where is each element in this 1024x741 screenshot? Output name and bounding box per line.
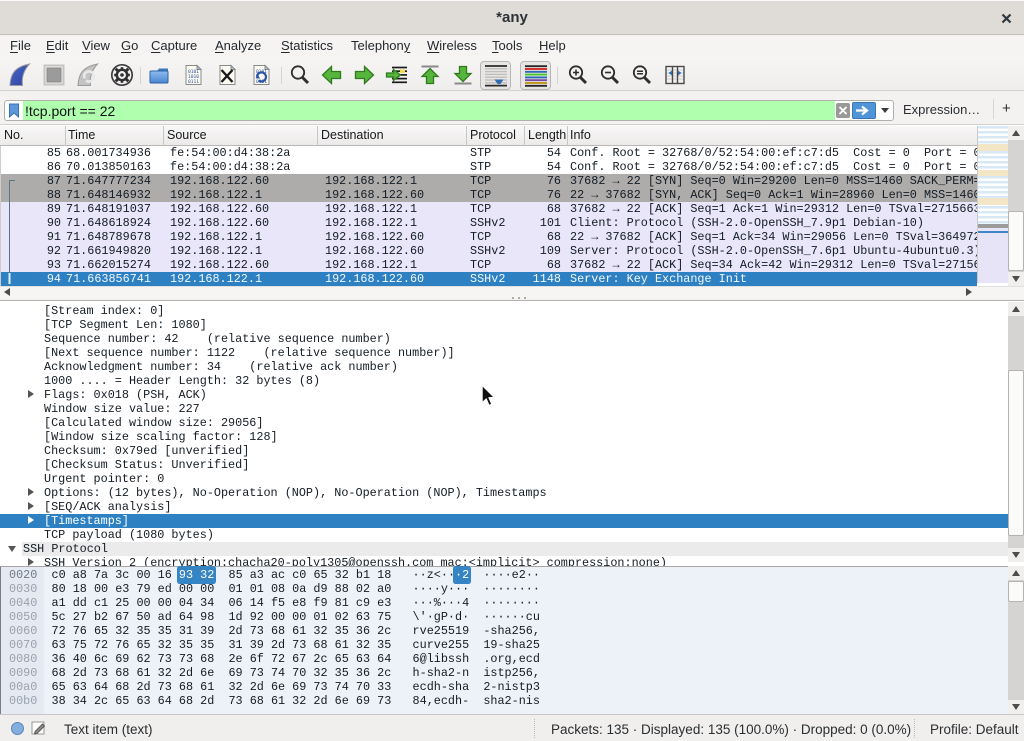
svg-text:0111: 0111	[188, 79, 199, 85]
